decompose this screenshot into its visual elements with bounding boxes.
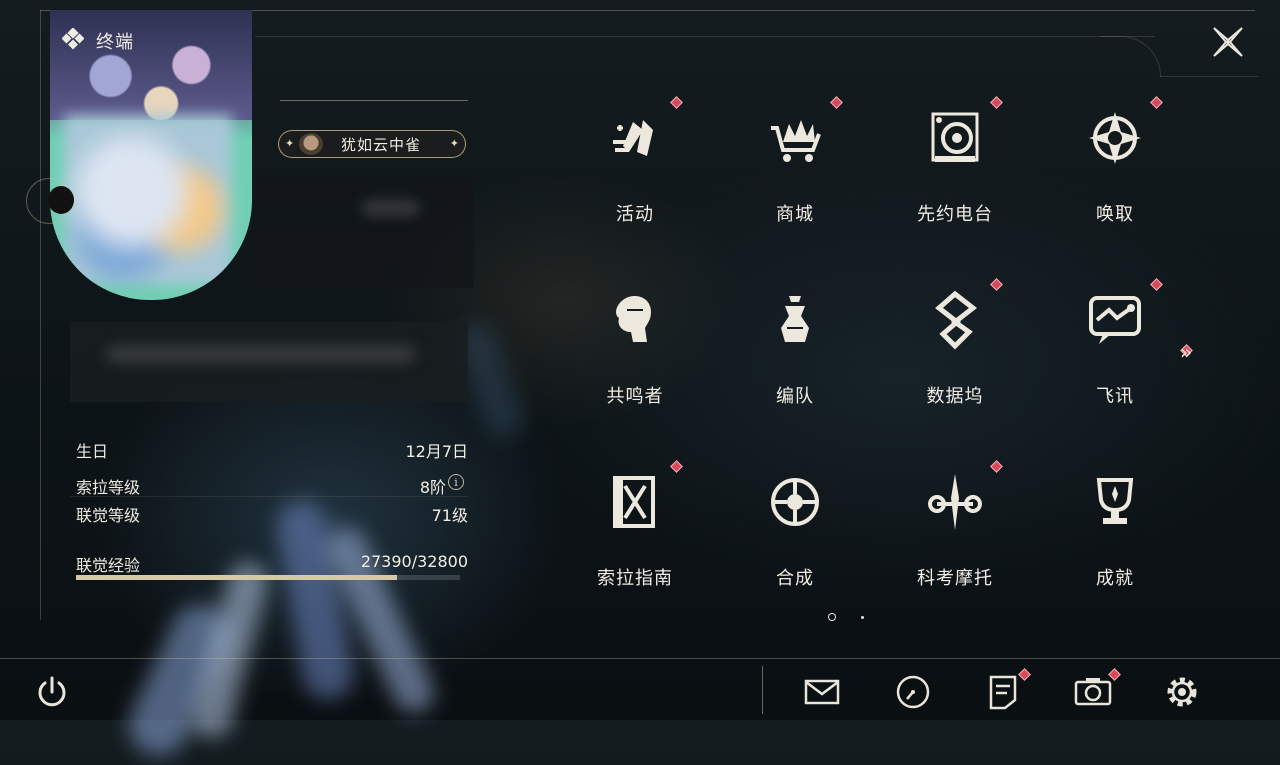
menu-item-label: 商城 xyxy=(776,204,814,225)
info-icon[interactable]: i xyxy=(448,474,464,490)
menu-item-label: 成就 xyxy=(1096,568,1134,589)
terminal-icon xyxy=(62,28,84,50)
badge-portrait xyxy=(299,133,323,155)
menu-item-team[interactable]: 编队 xyxy=(720,278,870,438)
uid-panel xyxy=(252,178,474,288)
menu-item-label: 共鸣者 xyxy=(606,386,664,407)
notification-badge xyxy=(990,460,1003,473)
menu-item-resonator[interactable]: 共鸣者 xyxy=(560,278,710,438)
menu-item-label: 编队 xyxy=(776,386,814,407)
settings-icon[interactable] xyxy=(1162,672,1202,712)
page-indicator[interactable] xyxy=(861,616,864,619)
title-badge[interactable]: ✦ 犹如云中雀 ✦ xyxy=(278,130,466,158)
birthday-label: 生日 xyxy=(76,442,109,461)
camera-icon[interactable] xyxy=(1073,672,1113,712)
notification-badge xyxy=(1150,278,1163,291)
profile-card[interactable] xyxy=(50,10,252,300)
avatar-toggle[interactable] xyxy=(48,186,74,214)
title-badge-text: 犹如云中雀 xyxy=(340,135,421,154)
clock-icon[interactable] xyxy=(893,672,933,712)
achievement-icon xyxy=(1096,478,1134,524)
menu-item-data-bank[interactable]: 数据坞 xyxy=(880,278,1030,438)
close-icon[interactable] xyxy=(1208,22,1248,62)
menu-item-label: 索拉指南 xyxy=(597,568,673,589)
bottom-divider xyxy=(0,658,1280,659)
sparkle-icon: ✦ xyxy=(285,137,295,150)
card-artwork xyxy=(50,10,252,120)
convene-icon xyxy=(1089,112,1141,164)
motorcycle-icon xyxy=(928,474,982,530)
menu-item-label: 合成 xyxy=(776,568,814,589)
message-icon xyxy=(1089,296,1141,344)
notification-badge xyxy=(990,278,1003,291)
shop-icon xyxy=(771,120,821,162)
activity-icon xyxy=(613,120,653,156)
xp-value: 27390/32800 xyxy=(360,552,468,571)
notes-icon[interactable] xyxy=(983,672,1023,712)
menu-item-label: 先约电台 xyxy=(917,204,993,225)
sparkle-icon: ✦ xyxy=(449,137,459,150)
menu-item-label: 数据坞 xyxy=(926,386,984,407)
menu-item-shop[interactable]: 商城 xyxy=(720,96,870,256)
avatar-image xyxy=(64,115,232,285)
menu-item-label: 活动 xyxy=(616,204,654,225)
xp-progress-fill xyxy=(76,575,397,580)
bottom-separator xyxy=(762,666,763,714)
xp-label: 联觉经验 xyxy=(76,556,141,575)
power-icon[interactable] xyxy=(34,674,70,710)
menu-item-label: 唤取 xyxy=(1096,204,1134,225)
menu-item-synthesis[interactable]: 合成 xyxy=(720,460,870,620)
frame-inner-line xyxy=(255,36,1155,37)
nickname-underline xyxy=(280,100,468,101)
union-level-value: 71级 xyxy=(431,506,468,525)
menu-item-convene[interactable]: 唤取 xyxy=(1040,96,1190,256)
guide-icon xyxy=(613,476,655,528)
menu-item-guide[interactable]: 索拉指南 xyxy=(560,460,710,620)
menu-item-achievement[interactable]: 成就 xyxy=(1040,460,1190,620)
resonator-icon xyxy=(616,296,651,342)
page-title: 终端 xyxy=(96,32,134,53)
frame-left-line xyxy=(40,10,41,620)
radio-icon xyxy=(931,112,979,162)
signature-panel[interactable] xyxy=(70,322,468,402)
notification-badge xyxy=(670,96,683,109)
sola-level-value: 8阶 xyxy=(419,478,446,497)
xp-progress-bar xyxy=(76,575,460,580)
mail-icon[interactable] xyxy=(802,672,842,712)
data-bank-icon xyxy=(935,290,978,350)
menu-item-message[interactable]: 飞讯 xyxy=(1040,278,1190,438)
notification-badge xyxy=(670,460,683,473)
menu-item-radio[interactable]: 先约电台 xyxy=(880,96,1030,256)
sola-level-label: 索拉等级 xyxy=(76,478,141,497)
menu-item-label: 科考摩托 xyxy=(917,568,993,589)
notification-badge xyxy=(830,96,843,109)
menu-item-activity[interactable]: 活动 xyxy=(560,96,710,256)
birthday-value: 12月7日 xyxy=(405,442,468,461)
page-indicator-active[interactable] xyxy=(828,613,836,621)
union-level-label: 联觉等级 xyxy=(76,506,141,525)
synthesis-icon xyxy=(771,478,819,526)
stat-divider xyxy=(70,496,468,497)
notification-badge xyxy=(1150,96,1163,109)
team-icon xyxy=(781,296,809,342)
frame-inner-curve xyxy=(1100,36,1161,77)
menu-item-motorcycle[interactable]: 科考摩托 xyxy=(880,460,1030,620)
next-page-icon[interactable]: » xyxy=(1180,340,1192,364)
menu-item-label: 飞讯 xyxy=(1096,386,1134,407)
notification-badge xyxy=(990,96,1003,109)
